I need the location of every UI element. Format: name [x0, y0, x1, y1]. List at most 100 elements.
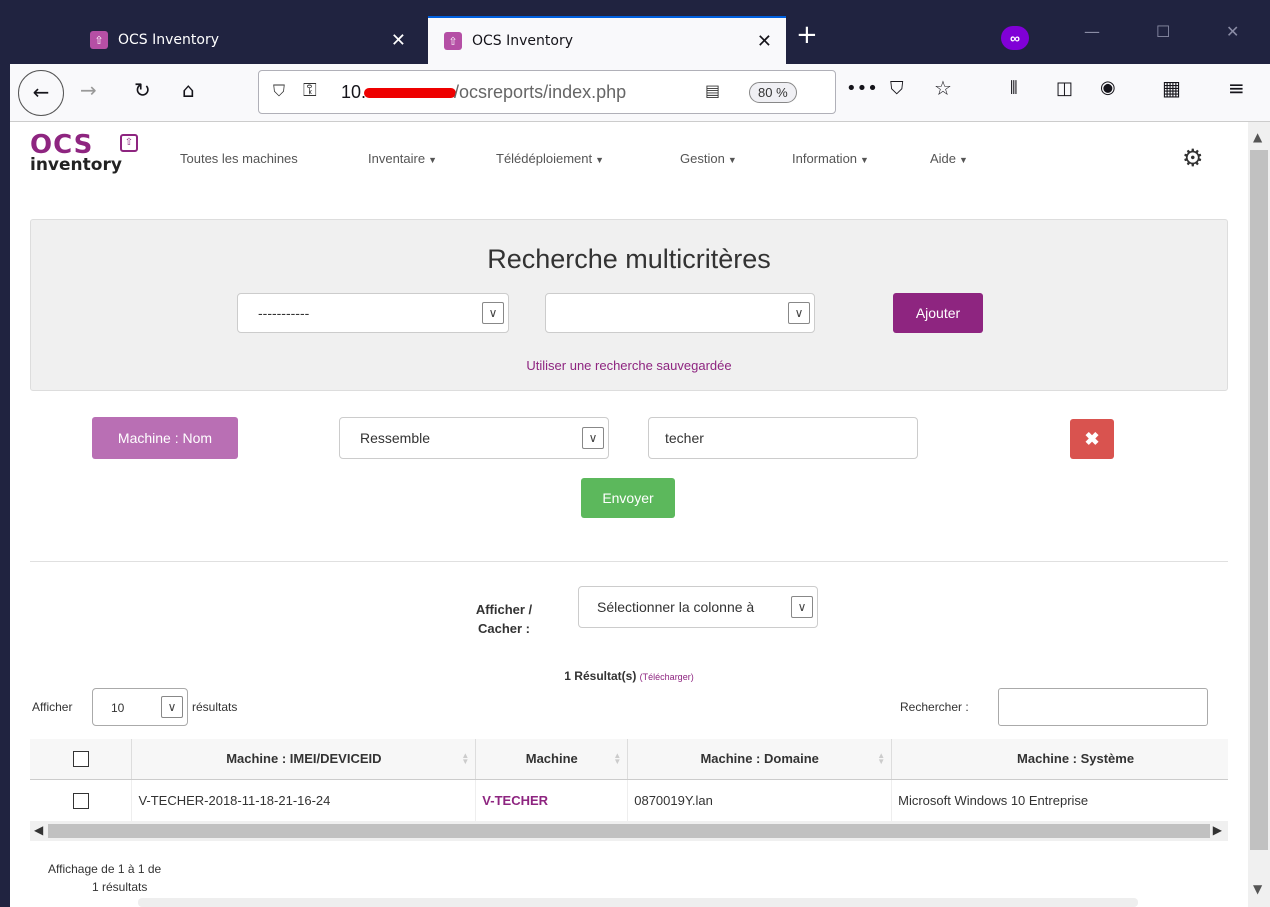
- result-count-text: 1 Résultat(s): [564, 669, 637, 683]
- page-length-label: Afficher: [32, 700, 73, 714]
- select-all-checkbox[interactable]: [72, 751, 89, 768]
- submit-search-button[interactable]: Envoyer: [581, 478, 675, 518]
- operator-select[interactable]: ∨: [545, 293, 815, 333]
- chevron-down-icon: ∨: [482, 302, 504, 324]
- forward-arrow-icon[interactable]: →: [80, 78, 97, 102]
- column-picker-select[interactable]: Sélectionner la colonne à ∨: [578, 586, 818, 628]
- browser-tab-1[interactable]: ⇧ OCS Inventory ✕: [74, 16, 420, 64]
- home-icon[interactable]: ⌂: [182, 78, 195, 102]
- results-table: Machine : IMEI/DEVICEID ▲ ▼ Machine ▲ ▼ Mach…: [30, 739, 1228, 821]
- scroll-right-icon[interactable]: ▶: [1213, 823, 1222, 837]
- maximize-window-icon[interactable]: ☐: [1156, 22, 1170, 41]
- back-arrow-icon[interactable]: ←: [18, 70, 64, 116]
- menu-information[interactable]: Information ▼: [792, 151, 869, 166]
- page-vertical-scrollbar[interactable]: ▲ ▼: [1248, 122, 1270, 907]
- menu-deployment[interactable]: Télédéploiement ▼: [496, 151, 604, 166]
- table-filter-label: Rechercher :: [900, 700, 969, 714]
- column-header-domain[interactable]: Machine : Domaine ▲ ▼: [627, 739, 893, 780]
- browser-tab-2-active[interactable]: ⇧ OCS Inventory ✕: [428, 16, 786, 64]
- download-link[interactable]: (Télécharger): [640, 672, 694, 682]
- criterion-operator-select[interactable]: Ressemble ∨: [339, 417, 609, 459]
- ocs-inventory-logo[interactable]: OCS inventory ⇧: [30, 130, 138, 175]
- zoom-indicator[interactable]: 80 %: [749, 82, 797, 103]
- account-icon[interactable]: ◉: [1100, 77, 1116, 98]
- caret-down-icon: ▼: [860, 155, 869, 165]
- machine-link[interactable]: V-TECHER: [482, 793, 548, 808]
- scrollbar-thumb[interactable]: [1250, 150, 1268, 850]
- table-info-line1: Affichage de 1 à 1 de: [48, 862, 162, 876]
- chevron-down-icon: ∨: [161, 696, 183, 718]
- menu-inventory[interactable]: Inventaire ▼: [368, 151, 437, 166]
- tracking-shield-icon[interactable]: ⛉: [273, 81, 285, 101]
- minimize-window-icon[interactable]: —: [1084, 22, 1100, 41]
- close-tab-icon[interactable]: ✕: [757, 31, 772, 52]
- sort-arrows-icon: ▲ ▼: [461, 751, 470, 766]
- new-tab-plus-icon[interactable]: +: [796, 20, 818, 50]
- close-tab-icon[interactable]: ✕: [391, 30, 406, 51]
- field-select[interactable]: ----------- ∨: [237, 293, 509, 333]
- chevron-down-icon: ∨: [791, 596, 813, 618]
- column-header-deviceid[interactable]: Machine : IMEI/DEVICEID ▲ ▼: [131, 739, 477, 780]
- logo-inventory-text: inventory: [30, 155, 122, 175]
- add-criterion-button[interactable]: Ajouter: [893, 293, 983, 333]
- scroll-up-icon[interactable]: ▲: [1253, 130, 1262, 144]
- bookmark-star-icon[interactable]: ☆: [934, 76, 952, 100]
- column-header-label: Machine: [525, 751, 578, 767]
- tab-title: OCS Inventory: [118, 32, 220, 48]
- logo-ocs-text: OCS: [30, 130, 94, 160]
- result-count: 1 Résultat(s) (Télécharger): [10, 669, 1248, 683]
- insecure-lock-icon[interactable]: ⚿: [303, 80, 317, 101]
- menu-label: Inventaire: [368, 151, 426, 166]
- menu-label: Télédéploiement: [496, 151, 593, 166]
- page-actions-icon[interactable]: •••: [846, 78, 878, 99]
- menu-help[interactable]: Aide ▼: [930, 151, 968, 166]
- menu-all-machines[interactable]: Toutes les machines: [180, 151, 298, 166]
- url-text: 10. /ocsreports/index.php: [341, 82, 626, 103]
- reload-icon[interactable]: ↻: [134, 78, 151, 102]
- sort-arrows-icon: ▲ ▼: [613, 751, 622, 766]
- ocs-favicon-icon: ⇧: [444, 32, 462, 50]
- cell-domain: 0870019Y.lan: [627, 779, 893, 821]
- select-all-header: [30, 739, 133, 780]
- table-header-row: Machine : IMEI/DEVICEID ▲ ▼ Machine ▲ ▼ Mach…: [30, 739, 1228, 780]
- page-length-select[interactable]: 10 ∨: [92, 688, 188, 726]
- criterion-field-label: Machine : Nom: [92, 417, 238, 459]
- column-header-label: Machine : Système: [1017, 751, 1135, 767]
- menu-management[interactable]: Gestion ▼: [680, 151, 737, 166]
- remove-criterion-button[interactable]: ✖: [1070, 419, 1114, 459]
- menu-label: Aide: [930, 151, 957, 166]
- criterion-value-input[interactable]: techer: [648, 417, 918, 459]
- close-window-icon[interactable]: ✕: [1226, 22, 1239, 41]
- pocket-icon[interactable]: ⛉: [890, 78, 904, 99]
- library-icon[interactable]: ⫴: [1010, 78, 1018, 99]
- ocs-favicon-icon: ⇧: [90, 31, 108, 49]
- reader-view-icon[interactable]: ▤: [705, 81, 720, 100]
- criterion-operator-value: Ressemble: [360, 430, 431, 446]
- scrollbar-thumb[interactable]: [48, 824, 1210, 838]
- menu-label: Gestion: [680, 151, 725, 166]
- scroll-left-icon[interactable]: ◀: [34, 823, 43, 837]
- scroll-down-icon[interactable]: ▼: [1253, 882, 1262, 896]
- column-header-label: Machine : Domaine: [700, 751, 819, 767]
- window-left-border: [0, 0, 10, 907]
- whats-new-gift-icon[interactable]: ▦: [1162, 76, 1181, 100]
- bottom-scroll-track: [138, 898, 1138, 907]
- row-checkbox[interactable]: [72, 792, 89, 809]
- table-info-line2: 1 résultats: [92, 880, 148, 894]
- criterion-value-text: techer: [665, 430, 704, 446]
- sidebar-icon[interactable]: ◫: [1056, 78, 1073, 99]
- menu-hamburger-icon[interactable]: ≡: [1228, 76, 1245, 100]
- table-horizontal-scrollbar[interactable]: ◀ ▶: [30, 821, 1228, 841]
- column-header-system[interactable]: Machine : Système▲▼: [891, 739, 1228, 780]
- browser-toolbar: ← → ↻ ⌂ ⛉ ⚿ 10. /ocsreports/index.php ▤ 8…: [10, 64, 1270, 122]
- saved-search-link[interactable]: Utiliser une recherche sauvegardée: [31, 358, 1227, 373]
- settings-gear-icon[interactable]: ⚙: [1182, 144, 1204, 172]
- divider: [30, 561, 1228, 562]
- column-header-machine[interactable]: Machine ▲ ▼: [475, 739, 629, 780]
- browser-tab-strip: ⇧ OCS Inventory ✕ ⇧ OCS Inventory ✕ + ∞ …: [0, 0, 1270, 907]
- search-title: Recherche multicritères: [487, 244, 771, 274]
- address-bar[interactable]: ⛉ ⚿ 10. /ocsreports/index.php ▤ 80 %: [258, 70, 836, 114]
- chevron-down-icon: ∨: [788, 302, 810, 324]
- table-filter-input[interactable]: [998, 688, 1208, 726]
- url-host: 10.: [341, 82, 367, 102]
